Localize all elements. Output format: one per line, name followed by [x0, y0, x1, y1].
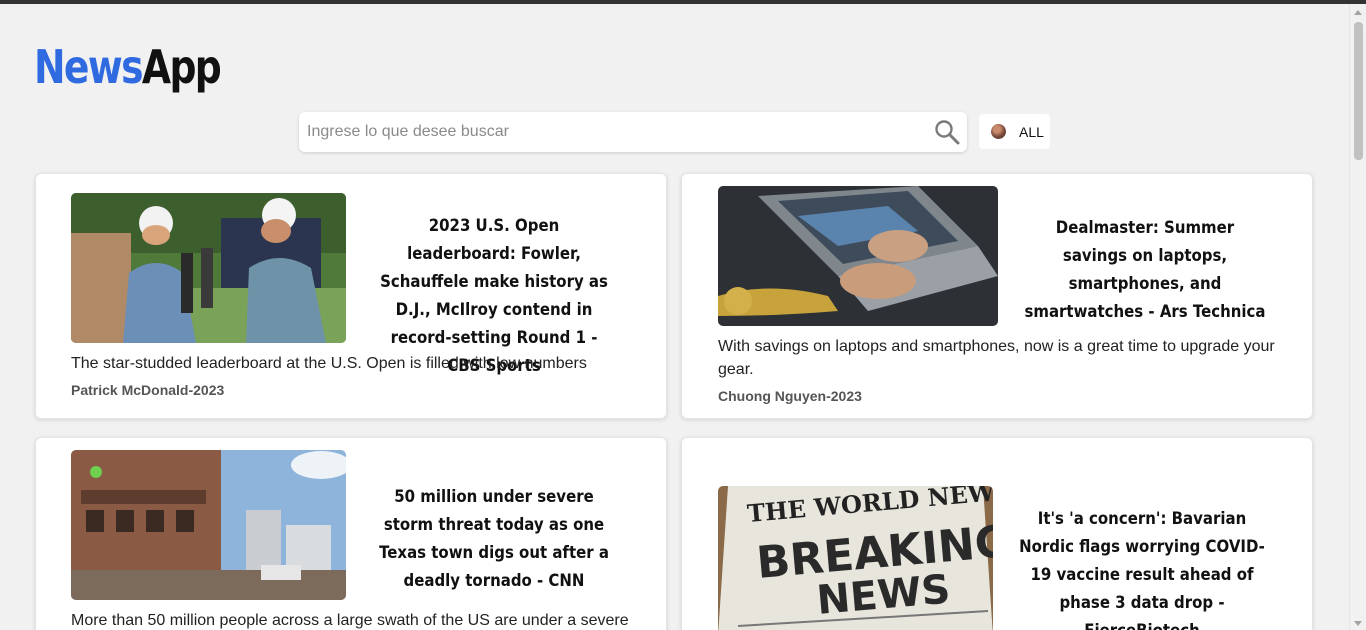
news-card[interactable]: Dealmaster: Summer savings on laptops, s…	[681, 173, 1313, 419]
scroll-up-icon[interactable]	[1354, 10, 1362, 15]
news-card[interactable]: 50 million under severe storm threat tod…	[35, 437, 667, 630]
window-top-border	[0, 0, 1366, 4]
article-description: With savings on laptops and smartphones,…	[718, 338, 1275, 378]
article-description: More than 50 million people across a lar…	[71, 612, 629, 629]
article-image-tornado[interactable]	[71, 450, 346, 600]
search-icon[interactable]	[934, 119, 960, 145]
globe-icon	[991, 124, 1006, 139]
news-card[interactable]: THE WORLD NEWS BREAKING NEWS It's 'a con…	[681, 437, 1313, 630]
news-card[interactable]: 2023 U.S. Open leaderboard: Fowler, Scha…	[35, 173, 667, 419]
article-title[interactable]: It's 'a concern': Bavarian Nordic flags …	[1019, 505, 1265, 630]
article-title[interactable]: 50 million under severe storm threat tod…	[373, 483, 616, 595]
scroll-thumb[interactable]	[1354, 22, 1363, 160]
article-author-year: Patrick McDonald-2023	[71, 382, 225, 398]
search-input[interactable]	[307, 112, 917, 152]
search-bar	[299, 112, 967, 152]
article-image-laptop[interactable]	[718, 186, 998, 326]
page-scrollbar[interactable]	[1349, 4, 1366, 630]
app-logo[interactable]: NewsApp	[34, 40, 222, 94]
article-author-year: Chuong Nguyen-2023	[718, 388, 862, 404]
country-filter-button[interactable]: ALL	[979, 114, 1050, 149]
filter-label: ALL	[1019, 124, 1044, 140]
scroll-down-icon[interactable]	[1354, 621, 1362, 626]
logo-news-text: News	[34, 40, 144, 94]
article-image-breaking-news[interactable]: THE WORLD NEWS BREAKING NEWS	[718, 486, 993, 630]
article-image-golf[interactable]	[71, 193, 346, 343]
article-description: The star-studded leaderboard at the U.S.…	[71, 355, 587, 372]
logo-app-text: App	[141, 40, 222, 94]
article-title[interactable]: Dealmaster: Summer savings on laptops, s…	[1024, 214, 1265, 326]
